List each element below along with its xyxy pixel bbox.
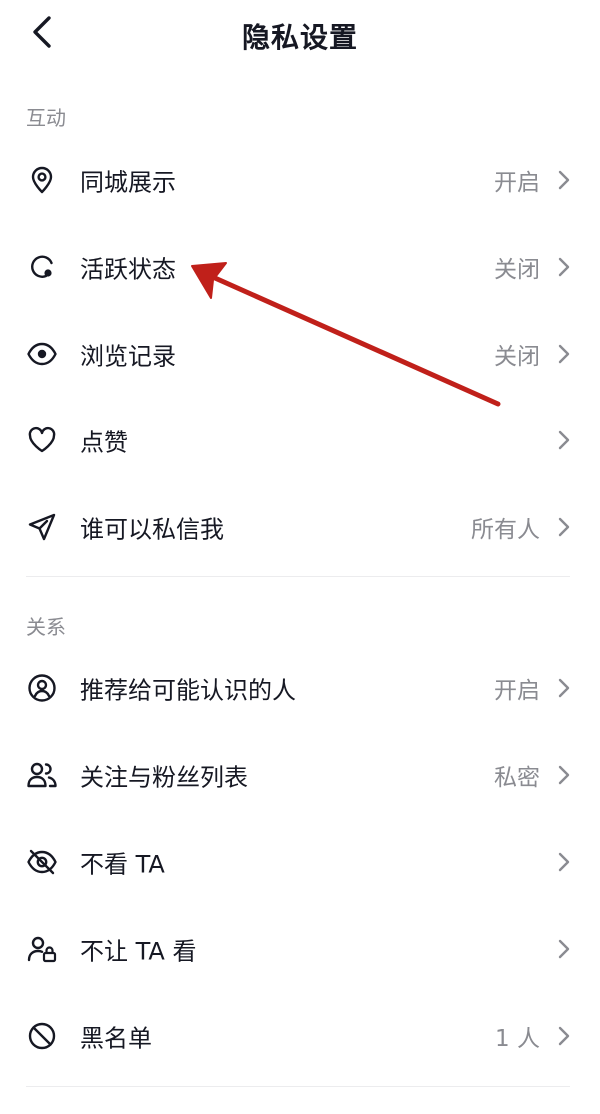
row-browsing-history[interactable]: 浏览记录 关闭	[0, 311, 600, 397]
section-title-interaction: 互动	[26, 106, 66, 130]
users-icon	[26, 759, 58, 791]
row-label: 推荐给可能认识的人	[80, 676, 296, 705]
row-who-can-message[interactable]: 谁可以私信我 所有人	[0, 484, 600, 570]
eye-off-icon	[26, 846, 58, 878]
chevron-right-icon	[556, 676, 572, 700]
user-circle-icon	[26, 672, 58, 704]
row-value: 关闭	[494, 344, 540, 370]
chevron-right-icon	[556, 342, 572, 366]
row-recommend-to-acquaintances[interactable]: 推荐给可能认识的人 开启	[0, 645, 600, 731]
row-nearby-display[interactable]: 同城展示 开启	[0, 137, 600, 223]
row-label: 关注与粉丝列表	[80, 763, 248, 792]
eye-icon	[26, 338, 58, 370]
row-value: 1 人	[495, 1026, 540, 1052]
location-pin-icon	[26, 164, 58, 196]
chevron-right-icon	[556, 850, 572, 874]
row-label: 点赞	[80, 428, 128, 457]
row-label: 活跃状态	[80, 255, 176, 284]
chevron-right-icon	[556, 937, 572, 961]
row-hide-their-posts[interactable]: 不看 TA	[0, 819, 600, 905]
chevron-right-icon	[556, 168, 572, 192]
row-hide-my-posts[interactable]: 不让 TA 看	[0, 906, 600, 992]
section-divider	[26, 576, 570, 577]
privacy-settings-page: 隐私设置 互动 同城展示 开启 活跃状态 关闭 浏览记录 关闭 点赞 谁可以私信…	[0, 0, 600, 1114]
row-blacklist[interactable]: 黑名单 1 人	[0, 993, 600, 1079]
row-label: 不看 TA	[80, 850, 165, 879]
row-likes[interactable]: 点赞	[0, 397, 600, 483]
chevron-right-icon	[556, 515, 572, 539]
block-icon	[26, 1020, 58, 1052]
row-label: 黑名单	[80, 1024, 152, 1053]
row-value: 关闭	[494, 257, 540, 283]
row-label: 不让 TA 看	[80, 937, 197, 966]
header: 隐私设置	[0, 0, 600, 68]
user-lock-icon	[26, 933, 58, 965]
chevron-right-icon	[556, 1024, 572, 1048]
row-value: 开启	[494, 678, 540, 704]
active-status-icon	[26, 251, 58, 283]
row-value: 所有人	[471, 517, 540, 543]
section-title-relationship: 关系	[26, 615, 66, 639]
row-label: 浏览记录	[80, 342, 176, 371]
paper-plane-icon	[26, 511, 58, 543]
row-label: 谁可以私信我	[80, 515, 224, 544]
row-value: 开启	[494, 170, 540, 196]
heart-icon	[26, 424, 58, 456]
page-title: 隐私设置	[241, 21, 358, 54]
chevron-right-icon	[556, 428, 572, 452]
section-divider	[26, 1086, 570, 1087]
row-label: 同城展示	[80, 168, 176, 197]
row-follow-fans-list[interactable]: 关注与粉丝列表 私密	[0, 732, 600, 818]
chevron-right-icon	[556, 255, 572, 279]
chevron-right-icon	[556, 763, 572, 787]
row-value: 私密	[494, 765, 540, 791]
row-active-status[interactable]: 活跃状态 关闭	[0, 224, 600, 310]
